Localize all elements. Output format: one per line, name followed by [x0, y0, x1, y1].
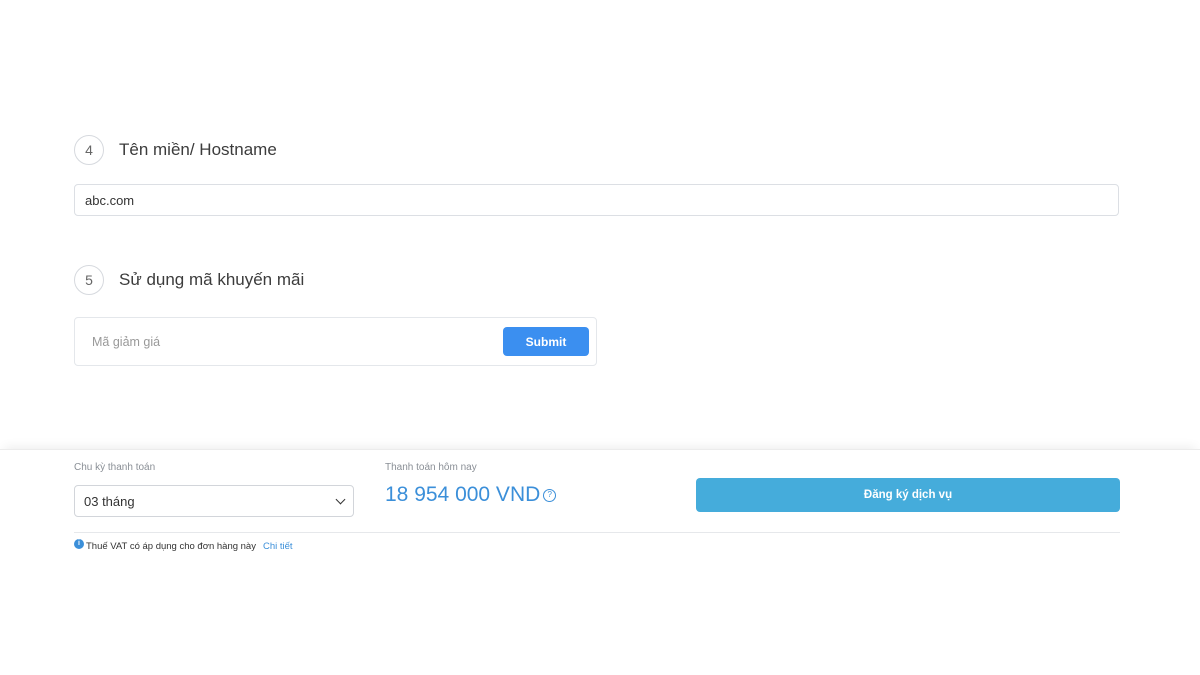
billing-cycle-value: 03 tháng [84, 493, 135, 509]
checkout-bar: Chu kỳ thanh toán Thanh toán hôm nay 03 … [0, 449, 1200, 675]
vat-note-text: Thuế VAT có áp dụng cho đơn hàng này [86, 541, 256, 552]
pay-today-label: Thanh toán hôm nay [385, 462, 477, 473]
total-price-value: 18 954 000 VND [385, 483, 541, 506]
step-number-badge: 5 [74, 265, 104, 295]
promo-code-box: Submit [74, 317, 597, 366]
vat-detail-link[interactable]: Chi tiết [263, 541, 293, 552]
chevron-down-icon [335, 494, 346, 504]
step-title: Sử dụng mã khuyến mãi [119, 270, 305, 289]
billing-cycle-select[interactable]: 03 tháng [74, 485, 354, 517]
step-hostname-header: 4 Tên miền/ Hostname [74, 135, 277, 165]
divider [74, 532, 1120, 533]
billing-cycle-label: Chu kỳ thanh toán [74, 462, 156, 473]
help-icon[interactable]: ? [543, 488, 557, 502]
step-number-badge: 4 [74, 135, 104, 165]
register-service-button[interactable]: Đăng ký dịch vụ [696, 478, 1120, 512]
promo-submit-button[interactable]: Submit [503, 327, 589, 356]
vat-note: i Thuế VAT có áp dụng cho đơn hàng này C… [74, 538, 293, 552]
total-price: 18 954 000 VND ? [385, 483, 557, 507]
promo-code-input[interactable] [85, 328, 499, 356]
hostname-input[interactable] [74, 184, 1119, 216]
step-promo-header: 5 Sử dụng mã khuyến mãi [74, 265, 304, 295]
page: 4 Tên miền/ Hostname 5 Sử dụng mã khuyến… [0, 0, 1200, 675]
info-icon: i [74, 538, 84, 549]
step-title: Tên miền/ Hostname [119, 140, 277, 159]
